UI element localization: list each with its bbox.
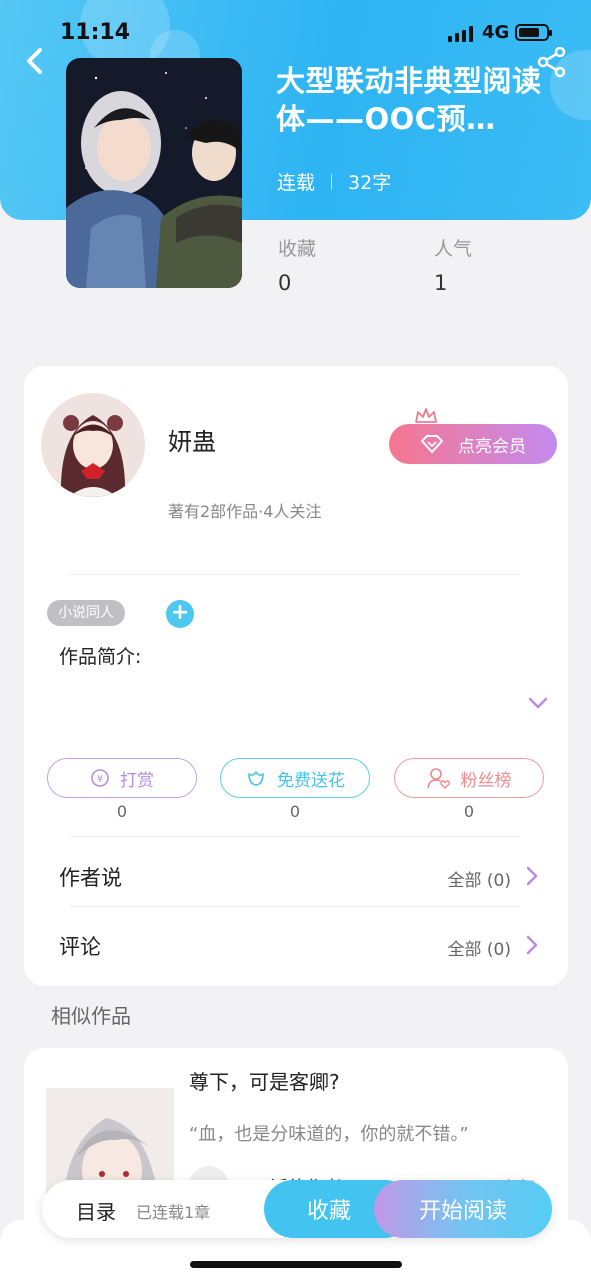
- crown-icon: [415, 408, 437, 423]
- similar-item-title: 尊下，可是客卿?: [189, 1070, 340, 1094]
- flower-count: 0: [289, 802, 301, 821]
- chevron-right-icon: [526, 866, 538, 886]
- category-tag[interactable]: 小说同人: [47, 600, 125, 626]
- book-word-count: 32字: [348, 172, 392, 194]
- similar-section-label: 相似作品: [51, 1004, 131, 1028]
- toc-button[interactable]: 目录: [76, 1196, 116, 1225]
- stat-label: 人气: [434, 238, 473, 260]
- book-title: 大型联动非典型阅读体——OOC预…: [276, 64, 542, 136]
- book-meta: 连载 32字: [277, 168, 391, 195]
- stat-value: 1: [434, 271, 448, 295]
- intro-label: 作品简介:: [59, 646, 142, 668]
- vip-button[interactable]: 点亮会员: [389, 424, 557, 464]
- row-value: 全部 (0): [447, 871, 511, 891]
- row-label: 评论: [59, 935, 101, 959]
- send-flower-label: 免费送花: [277, 770, 345, 791]
- row-value: 全部 (0): [447, 940, 511, 960]
- stat-popularity: 人气 1: [434, 234, 472, 295]
- chevron-down-icon[interactable]: [527, 695, 549, 711]
- divider: [70, 836, 520, 837]
- similar-item-desc: “血，也是分味道的，你的就不错。”: [189, 1124, 469, 1145]
- stat-value: 0: [278, 271, 292, 295]
- stat-collect: 收藏 0: [278, 234, 316, 295]
- send-flower-button[interactable]: 免费送花: [220, 758, 370, 798]
- tip-button-label: 打赏: [120, 770, 154, 791]
- book-status: 连载: [277, 172, 316, 194]
- fan-heart-icon: [426, 768, 450, 789]
- back-icon[interactable]: [20, 44, 50, 78]
- yen-coin-icon: ¥: [91, 769, 109, 787]
- collect-button-label: 收藏: [306, 1199, 351, 1224]
- battery-icon: [515, 24, 552, 41]
- svg-text:¥: ¥: [97, 774, 103, 785]
- network-type: 4G: [482, 22, 510, 43]
- divider: [331, 173, 333, 190]
- book-cover[interactable]: [66, 58, 242, 288]
- stat-label: 收藏: [278, 238, 317, 260]
- fan-ranking-label: 粉丝榜: [460, 770, 512, 791]
- comments-row[interactable]: 评论 全部 (0): [59, 925, 539, 965]
- author-name: 妍蛊: [168, 428, 216, 456]
- chevron-right-icon: [526, 935, 538, 955]
- tip-count: 0: [116, 802, 128, 821]
- author-notes-row[interactable]: 作者说 全部 (0): [59, 856, 539, 896]
- flower-icon: [248, 771, 264, 786]
- author-card: 妍蛊 点亮会员 著有2部作品·4人关注 小说同人 + 作品简介: ¥ 打赏 免费…: [24, 366, 568, 986]
- vip-button-label: 点亮会员: [458, 436, 526, 457]
- divider: [70, 906, 520, 907]
- status-bar: 11:14 4G: [0, 18, 591, 52]
- start-reading-button[interactable]: 开始阅读: [374, 1180, 552, 1238]
- divider: [70, 574, 520, 575]
- fan-count: 0: [463, 802, 475, 821]
- row-label: 作者说: [59, 866, 122, 890]
- status-time: 11:14: [60, 20, 131, 45]
- signal-icon: [448, 26, 473, 42]
- tip-button[interactable]: ¥ 打赏: [47, 758, 197, 798]
- add-tag-button[interactable]: +: [166, 600, 194, 628]
- author-summary: 著有2部作品·4人关注: [168, 502, 322, 521]
- bottom-action-bar: 目录 已连载1章 收藏 开始阅读: [42, 1180, 552, 1238]
- author-avatar[interactable]: [41, 393, 145, 497]
- diamond-icon: [421, 435, 443, 453]
- home-indicator: [190, 1261, 402, 1268]
- toc-status: 已连载1章: [136, 1203, 211, 1222]
- fan-ranking-button[interactable]: 粉丝榜: [394, 758, 544, 798]
- start-reading-label: 开始阅读: [418, 1199, 507, 1224]
